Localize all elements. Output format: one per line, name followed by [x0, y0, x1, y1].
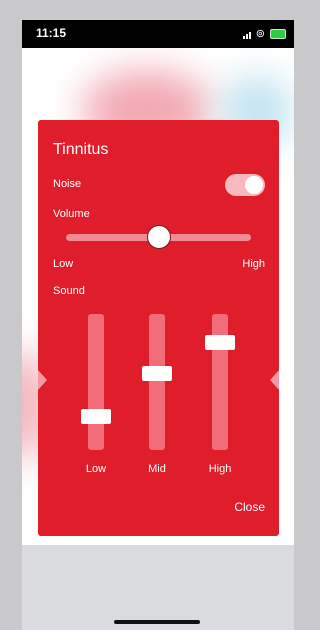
- eq-high-handle[interactable]: [205, 334, 235, 350]
- close-button[interactable]: Close: [234, 500, 265, 514]
- panel-title: Tinnitus: [53, 141, 109, 158]
- volume-slider-track[interactable]: [66, 225, 251, 249]
- eq-mid-track[interactable]: [142, 314, 172, 450]
- eq-low-label: Low: [85, 463, 107, 475]
- volume-label: Volume: [53, 208, 90, 220]
- phone-screen: 11:15 ⊚ Tinnitus Noise Volume Low High S…: [22, 20, 294, 630]
- background-bottom-band: [22, 545, 294, 630]
- eq-high-label: High: [208, 463, 232, 475]
- volume-max-label: High: [242, 258, 265, 270]
- sound-label: Sound: [53, 285, 85, 297]
- home-indicator[interactable]: [114, 620, 200, 624]
- tinnitus-panel: Tinnitus Noise Volume Low High Sound Low…: [38, 120, 279, 536]
- battery-icon: [270, 29, 286, 39]
- status-bar: 11:15 ⊚: [22, 20, 294, 48]
- status-time: 11:15: [36, 26, 67, 40]
- eq-low-track[interactable]: [81, 314, 111, 450]
- volume-min-label: Low: [53, 258, 74, 270]
- eq-low-handle[interactable]: [81, 409, 111, 425]
- volume-slider-thumb[interactable]: [146, 225, 171, 249]
- eq-mid-label: Mid: [148, 463, 166, 475]
- hotspot-link-icon: ⊚: [255, 28, 265, 40]
- noise-toggle[interactable]: [225, 174, 265, 196]
- previous-arrow-icon[interactable]: [38, 370, 47, 390]
- eq-mid-handle[interactable]: [142, 365, 172, 381]
- next-arrow-icon[interactable]: [270, 370, 279, 390]
- noise-label: Noise: [53, 178, 82, 190]
- eq-high-track[interactable]: [205, 314, 235, 450]
- noise-toggle-knob[interactable]: [245, 176, 263, 194]
- cellular-signal-icon: [242, 29, 251, 39]
- status-icons: ⊚: [242, 27, 286, 41]
